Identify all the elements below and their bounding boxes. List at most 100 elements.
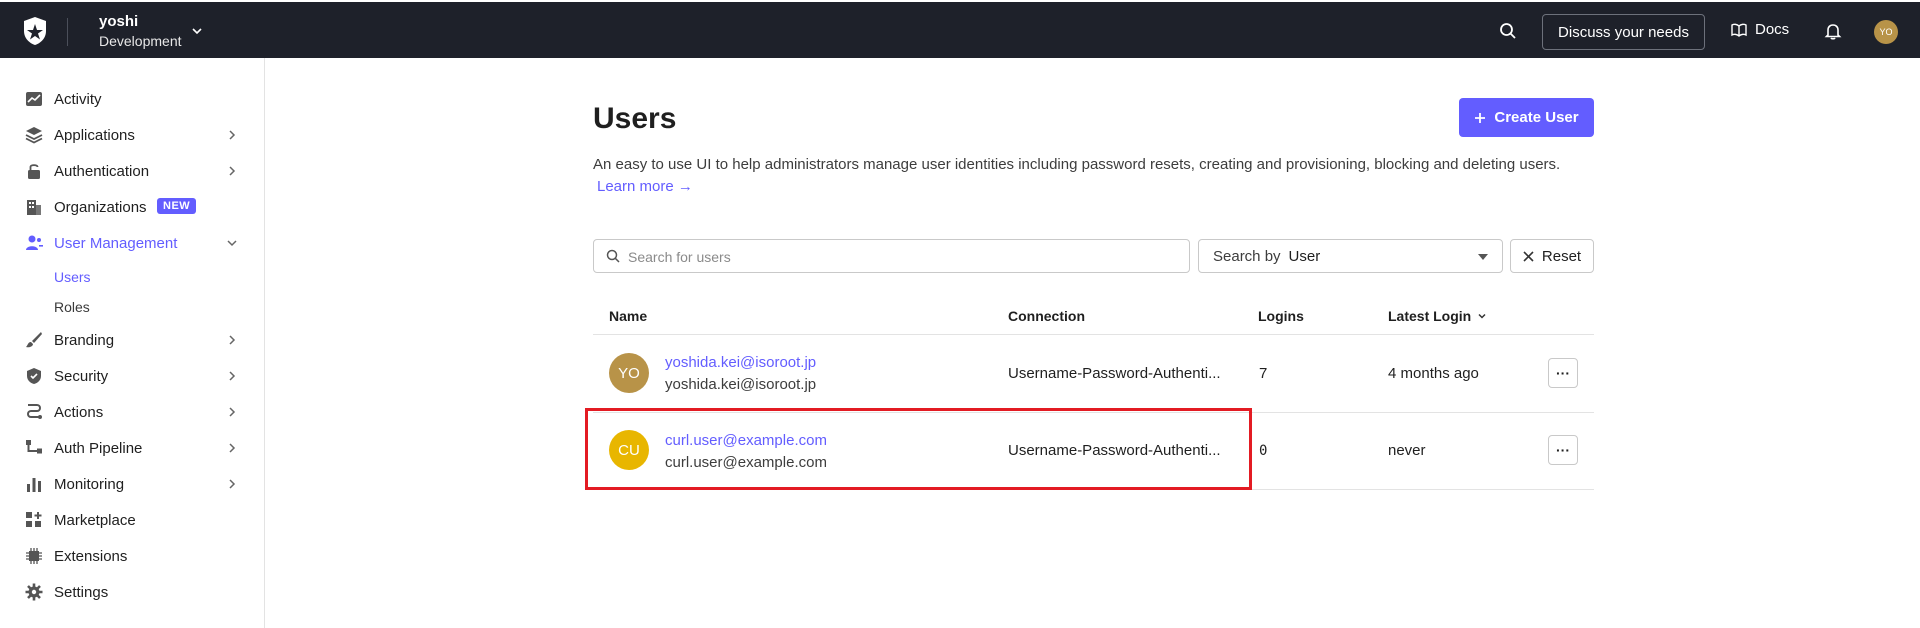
user-email-link[interactable]: yoshida.kei@isoroot.jp <box>665 354 816 371</box>
chevron-right-icon <box>229 166 236 176</box>
row-more-button[interactable]: ··· <box>1548 435 1578 465</box>
create-user-button[interactable]: Create User <box>1459 98 1594 137</box>
search-field[interactable] <box>593 239 1190 273</box>
sidebar-item-label: Organizations <box>54 198 147 216</box>
search-icon[interactable] <box>1499 22 1517 40</box>
shield-check-icon <box>27 368 41 384</box>
column-header-name[interactable]: Name <box>609 308 647 324</box>
plus-icon <box>1475 112 1486 123</box>
sidebar-item-marketplace[interactable]: Marketplace <box>0 506 265 534</box>
search-input[interactable] <box>628 246 1178 268</box>
user-email-secondary: yoshida.kei@isoroot.jp <box>665 376 817 393</box>
grid-plus-icon <box>26 512 42 527</box>
page-description: An easy to use UI to help administrators… <box>593 156 1561 173</box>
users-icon <box>26 235 43 250</box>
sidebar-item-authentication[interactable]: Authentication <box>0 157 265 185</box>
bar-chart-icon <box>27 478 41 492</box>
sidebar-subitem-roles[interactable]: Roles <box>54 299 90 315</box>
building-icon <box>27 200 41 215</box>
sidebar-item-activity[interactable]: Activity <box>0 85 265 113</box>
latest-login-label: Latest Login <box>1388 308 1472 324</box>
search-by-value: User <box>1288 247 1321 265</box>
tenant-name: yoshi <box>99 13 139 30</box>
chip-icon <box>26 548 42 564</box>
chevron-right-icon <box>229 371 236 381</box>
flow-icon <box>27 404 42 419</box>
sidebar-item-label: Monitoring <box>54 475 125 493</box>
sidebar-item-organizations[interactable]: Organizations NEW <box>0 193 265 221</box>
sidebar-item-auth-pipeline[interactable]: Auth Pipeline <box>0 434 265 462</box>
sidebar-item-label: Authentication <box>54 162 150 180</box>
auth0-logo-icon[interactable] <box>21 16 49 46</box>
sidebar-item-label: Settings <box>54 583 109 601</box>
top-bar: yoshi Development Discuss your needs Doc… <box>0 0 1920 58</box>
user-connection: Username-Password-Authenti... <box>1008 365 1221 382</box>
search-icon <box>606 249 620 263</box>
main-content: Users Create User An easy to use UI to h… <box>266 58 1920 628</box>
sidebar-item-label: Branding <box>54 331 115 349</box>
book-icon <box>1731 23 1747 37</box>
sidebar-item-actions[interactable]: Actions <box>0 398 265 426</box>
sort-chevron-down-icon <box>1478 313 1486 319</box>
row-more-button[interactable]: ··· <box>1548 358 1578 388</box>
sidebar-subitem-users[interactable]: Users <box>54 269 91 285</box>
column-header-latest-login[interactable]: Latest Login <box>1388 308 1487 324</box>
sidebar-item-branding[interactable]: Branding <box>0 326 265 354</box>
table-divider <box>593 334 1594 335</box>
chevron-down-icon[interactable] <box>190 24 204 38</box>
chevron-right-icon <box>229 443 236 453</box>
user-logins: 7 <box>1259 365 1268 382</box>
lock-icon <box>28 164 40 179</box>
user-avatar[interactable]: YO <box>1874 20 1898 44</box>
sidebar-item-monitoring[interactable]: Monitoring <box>0 470 265 498</box>
user-avatar: YO <box>609 353 649 393</box>
sidebar-item-security[interactable]: Security <box>0 362 265 390</box>
sidebar-item-label: User Management <box>54 234 178 252</box>
chevron-right-icon <box>229 479 236 489</box>
chevron-right-icon <box>229 130 236 140</box>
discuss-needs-button[interactable]: Discuss your needs <box>1542 14 1705 50</box>
column-header-connection[interactable]: Connection <box>1008 308 1085 324</box>
sidebar-item-applications[interactable]: Applications <box>0 121 265 149</box>
sidebar-item-label: Applications <box>54 126 135 144</box>
highlight-box <box>585 408 1252 490</box>
docs-label: Docs <box>1755 21 1790 38</box>
sidebar-item-extensions[interactable]: Extensions <box>0 542 265 570</box>
page-title: Users <box>593 102 677 135</box>
sidebar-item-settings[interactable]: Settings <box>0 578 265 606</box>
search-by-prefix: Search by <box>1213 247 1281 265</box>
bell-icon[interactable] <box>1824 22 1842 40</box>
sidebar: Activity Applications Authentication Org… <box>0 58 265 628</box>
sidebar-item-label: Extensions <box>54 547 128 565</box>
sidebar-item-label: Marketplace <box>54 511 136 529</box>
learn-more-link[interactable]: Learn more → <box>597 178 693 195</box>
create-user-label: Create User <box>1494 109 1579 126</box>
sidebar-item-user-management[interactable]: User Management <box>0 229 265 257</box>
user-latest-login: 4 months ago <box>1388 365 1479 382</box>
sidebar-item-label: Activity <box>54 90 102 108</box>
chevron-right-icon <box>229 335 236 345</box>
sidebar-item-label: Auth Pipeline <box>54 439 143 457</box>
pipeline-icon <box>26 440 42 454</box>
sidebar-item-label: Security <box>54 367 109 385</box>
tenant-selector[interactable]: yoshi Development <box>99 13 182 51</box>
user-latest-login: never <box>1388 442 1426 459</box>
activity-chart-icon <box>26 92 42 106</box>
search-by-select[interactable]: Search by User <box>1198 239 1503 273</box>
tenant-environment: Development <box>99 33 182 49</box>
layers-icon <box>25 127 43 144</box>
docs-link[interactable]: Docs <box>1731 21 1789 38</box>
user-logins: 0 <box>1259 443 1268 459</box>
gear-icon <box>25 583 43 601</box>
reset-label: Reset <box>1541 247 1582 265</box>
close-icon <box>1523 250 1534 262</box>
caret-down-icon <box>1478 254 1488 260</box>
column-header-logins[interactable]: Logins <box>1258 308 1304 324</box>
reset-button[interactable]: Reset <box>1510 239 1594 273</box>
new-badge: NEW <box>157 198 197 214</box>
sidebar-item-label: Actions <box>54 403 104 421</box>
chevron-down-icon <box>227 240 237 247</box>
brush-icon <box>26 332 42 348</box>
topbar-divider <box>67 18 68 46</box>
chevron-right-icon <box>229 407 236 417</box>
